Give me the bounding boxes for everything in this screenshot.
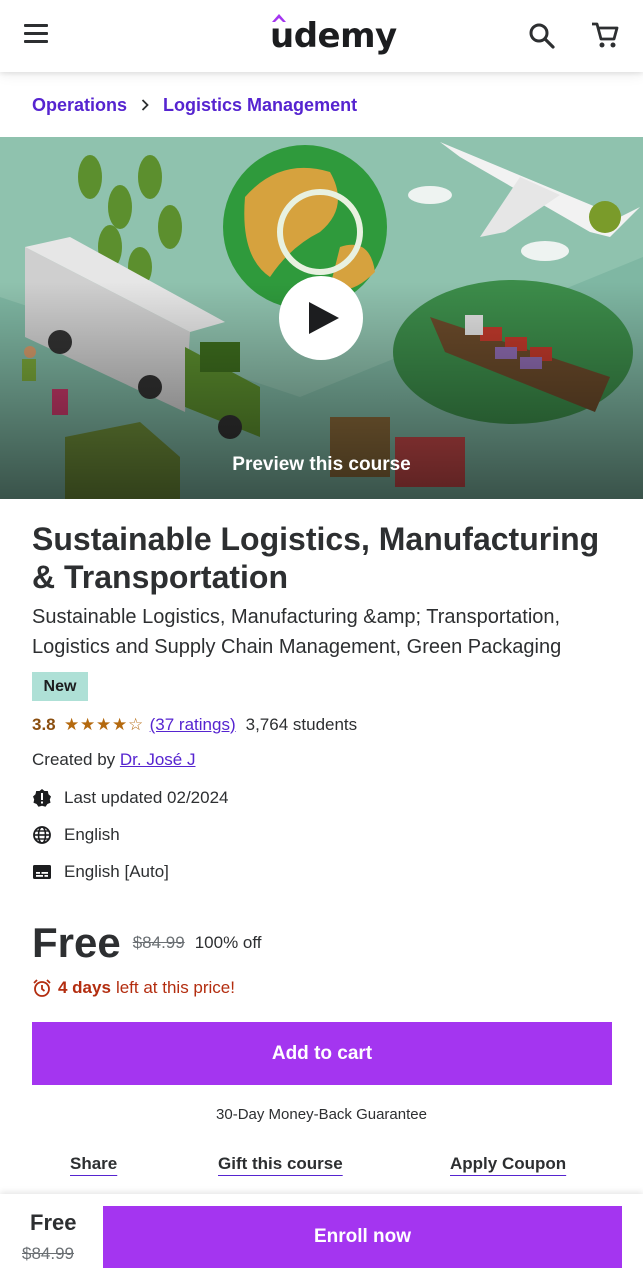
- original-price: $84.99: [132, 933, 185, 952]
- sticky-current-price: Free: [30, 1210, 77, 1235]
- captions-row: English [Auto]: [32, 860, 169, 884]
- last-updated-row: Last updated 02/2024: [32, 786, 228, 810]
- star-empty-icon: ☆: [128, 715, 144, 734]
- money-back-guarantee: 30-Day Money-Back Guarantee: [216, 1106, 427, 1123]
- course-preview-hero[interactable]: Preview this course: [0, 137, 643, 499]
- alarm-clock-icon: [33, 979, 51, 997]
- logo-wordmark: udemy: [270, 16, 397, 56]
- apply-coupon-link[interactable]: Apply Coupon: [450, 1154, 566, 1174]
- enroll-now-button[interactable]: Enroll now: [103, 1206, 622, 1268]
- current-price: Free: [32, 919, 121, 966]
- course-subtitle: Sustainable Logistics, Manufacturing &am…: [32, 606, 562, 658]
- star-full-icon: ★: [80, 715, 96, 734]
- globe-icon: [33, 826, 51, 844]
- countdown-days: 4 days: [58, 978, 111, 997]
- breadcrumb-logistics-management[interactable]: Logistics Management: [163, 95, 357, 116]
- star-full-icon: ★: [64, 715, 80, 734]
- created-by: Created by Dr. José J: [32, 750, 196, 770]
- new-badge: New: [32, 672, 88, 701]
- play-icon[interactable]: [279, 276, 363, 360]
- chevron-right-icon: [141, 99, 149, 111]
- udemy-logo[interactable]: udemy: [270, 14, 397, 58]
- breadcrumb: Operations Logistics Management: [32, 92, 357, 118]
- rating-stars: ★ ★ ★ ★ ☆: [64, 715, 144, 735]
- language-text: English: [64, 825, 120, 844]
- sticky-original-price: $84.99: [22, 1244, 74, 1263]
- top-header: udemy: [0, 0, 643, 72]
- created-by-label: Created by: [32, 750, 116, 769]
- students-count: 3,764 students: [245, 715, 358, 734]
- course-actions: Share Gift this course Apply Coupon: [0, 1154, 643, 1184]
- last-updated-text: Last updated 02/2024: [64, 788, 229, 807]
- star-full-icon: ★: [112, 715, 128, 734]
- price-countdown: 4 days left at this price!: [32, 976, 235, 1000]
- price-row: Free $84.99 100% off: [32, 918, 262, 968]
- cart-icon[interactable]: [590, 20, 620, 50]
- discount-percent: 100% off: [194, 933, 262, 952]
- breadcrumb-operations[interactable]: Operations: [32, 95, 127, 116]
- language-row: English: [32, 823, 120, 847]
- sticky-enroll-bar: Free $84.99 Enroll now: [0, 1194, 643, 1280]
- preview-course-label[interactable]: Preview this course: [0, 454, 643, 476]
- star-full-icon: ★: [96, 715, 112, 734]
- alert-badge-icon: [33, 789, 51, 807]
- instructor-link[interactable]: Dr. José J: [120, 750, 196, 769]
- rating-row: 3.8 ★ ★ ★ ★ ☆ (37 ratings) 3,764 student…: [32, 713, 357, 737]
- closed-captions-icon: [33, 865, 51, 879]
- share-link[interactable]: Share: [70, 1154, 117, 1174]
- gift-course-link[interactable]: Gift this course: [218, 1154, 343, 1174]
- countdown-rest: left at this price!: [115, 978, 235, 997]
- ratings-count-link[interactable]: (37 ratings): [150, 715, 236, 735]
- add-to-cart-button[interactable]: Add to cart: [32, 1022, 612, 1085]
- rating-value: 3.8: [32, 715, 56, 734]
- course-title: Sustainable Logistics, Manufacturing & T…: [32, 521, 600, 595]
- hamburger-menu-icon[interactable]: [24, 24, 50, 46]
- search-icon[interactable]: [528, 22, 556, 50]
- captions-text: English [Auto]: [64, 862, 169, 881]
